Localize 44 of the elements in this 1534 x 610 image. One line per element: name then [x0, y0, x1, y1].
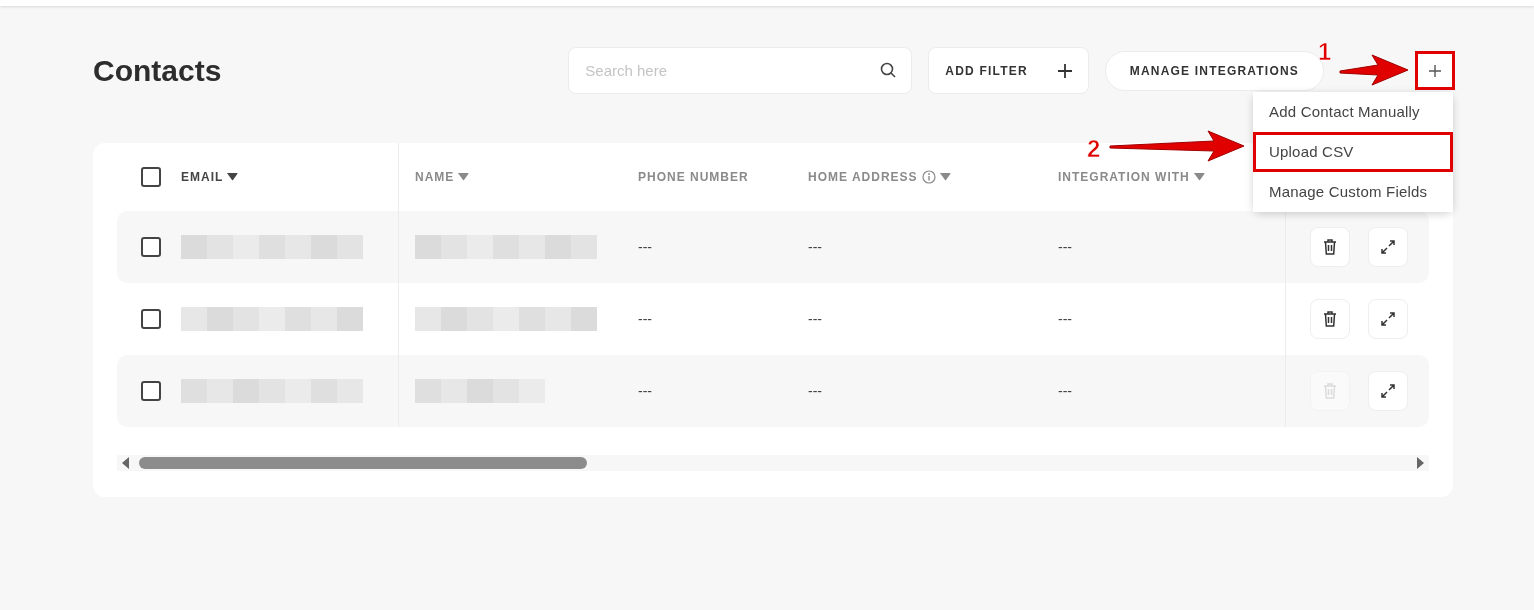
- table-cell-text: ---: [808, 309, 823, 329]
- select-all-checkbox[interactable]: [141, 167, 161, 187]
- row-checkbox[interactable]: [141, 381, 161, 401]
- table-cell-text: ---: [638, 309, 653, 329]
- horizontal-scrollbar[interactable]: [117, 455, 1429, 471]
- trash-icon: [1323, 239, 1337, 255]
- table-cell-text: ---: [638, 237, 653, 257]
- sort-caret-icon[interactable]: [227, 173, 239, 181]
- plus-icon: [1429, 64, 1441, 77]
- delete-button[interactable]: [1310, 227, 1350, 267]
- expand-icon: [1381, 384, 1395, 398]
- expand-icon: [1381, 240, 1395, 254]
- search-icon[interactable]: [880, 62, 897, 78]
- expand-button[interactable]: [1368, 371, 1408, 411]
- annotation-arrow: [1339, 54, 1409, 86]
- row-checkbox[interactable]: [141, 237, 161, 257]
- plus-icon: [1057, 63, 1072, 78]
- highlight-box: [1415, 51, 1455, 90]
- column-header[interactable]: NAME: [415, 168, 470, 186]
- info-icon[interactable]: [921, 170, 936, 184]
- page-title: Contacts: [93, 52, 222, 89]
- menu-item[interactable]: Add Contact Manually: [1253, 92, 1453, 132]
- table-cell-text: ---: [1058, 381, 1073, 401]
- menu-item[interactable]: Manage Custom Fields: [1253, 172, 1453, 212]
- trash-icon: [1323, 383, 1337, 399]
- row-checkbox[interactable]: [141, 309, 161, 329]
- annotation-number: 2: [1087, 135, 1101, 162]
- scroll-right-icon[interactable]: [1415, 457, 1425, 469]
- expand-icon: [1381, 312, 1395, 326]
- table-cell-text: ---: [808, 381, 823, 401]
- scroll-left-icon[interactable]: [121, 457, 131, 469]
- column-header[interactable]: EMAIL: [181, 168, 398, 186]
- table-cell-text: ---: [1058, 237, 1073, 257]
- expand-button[interactable]: [1368, 227, 1408, 267]
- search-field[interactable]: Search here: [568, 47, 913, 94]
- trash-icon: [1323, 311, 1337, 327]
- menu-item[interactable]: Upload CSV: [1253, 132, 1453, 172]
- table-cell-text: ---: [808, 237, 823, 257]
- add-filter-button[interactable]: ADD FILTER: [928, 47, 1089, 94]
- scrollbar-thumb[interactable]: [139, 457, 587, 469]
- table-cell-text: ---: [1058, 309, 1073, 329]
- delete-button[interactable]: [1310, 299, 1350, 339]
- table-cell-text: ---: [638, 381, 653, 401]
- expand-button[interactable]: [1368, 299, 1408, 339]
